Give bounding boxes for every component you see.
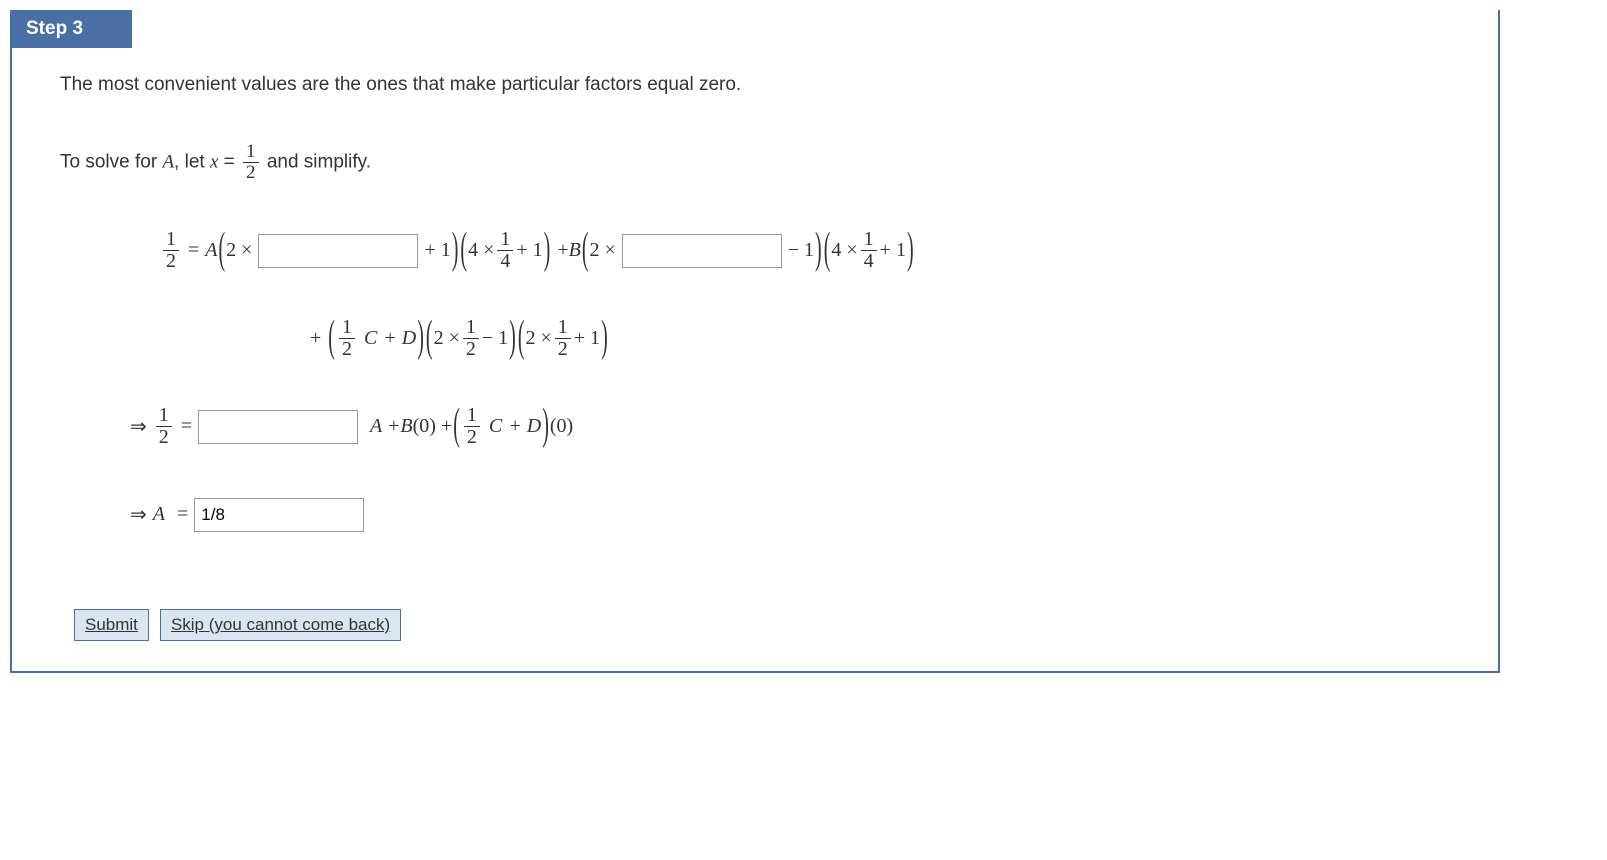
- buttons-row: Submit Skip (you cannot come back): [74, 609, 1450, 641]
- paren-close: ): [907, 226, 914, 277]
- coef-B: B: [400, 415, 412, 438]
- intro-text: The most convenient values are the ones …: [60, 74, 1450, 96]
- plus-D: + D: [508, 415, 541, 438]
- paren-open: (: [518, 314, 525, 365]
- frac-1-4: 14: [497, 229, 513, 272]
- minus-1: − 1: [482, 327, 508, 350]
- frac-half: 12: [339, 317, 355, 360]
- math-line-1: 12 = A ( 2 × + 1 ) ( 4 × 14 + 1 ) + B ( …: [160, 227, 1450, 275]
- arrow-icon: ⇒: [130, 502, 147, 527]
- minus-1: − 1: [788, 239, 814, 262]
- frac-half: 12: [463, 317, 479, 360]
- math-block: 12 = A ( 2 × + 1 ) ( 4 × 14 + 1 ) + B ( …: [160, 227, 1450, 539]
- solve-line: To solve for A, let x = 12 and simplify.: [60, 142, 1450, 183]
- plus-1: + 1: [880, 239, 906, 262]
- two-x: 2 ×: [589, 239, 615, 262]
- solve-suffix: and simplify.: [262, 151, 371, 172]
- submit-button[interactable]: Submit: [74, 609, 149, 641]
- math-line-2: + ( 12 C + D ) ( 2 × 12 − 1 ) ( 2 × 12 +…: [310, 315, 1450, 363]
- two-x: 2 ×: [526, 327, 552, 350]
- plus-1: + 1: [516, 239, 542, 262]
- two-x: 2 ×: [226, 239, 252, 262]
- paren-open: (: [824, 226, 831, 277]
- frac-num: 1: [243, 142, 259, 163]
- math-line-3: ⇒ 12 = A + B (0) + ( 12 C + D ) (0): [130, 403, 1450, 451]
- lhs-frac: 12: [163, 229, 179, 272]
- plus-1: + 1: [574, 327, 600, 350]
- step-container: Step 3 The most convenient values are th…: [10, 10, 1500, 673]
- paren-close: ): [815, 226, 822, 277]
- paren-close: ): [544, 226, 551, 277]
- A-plus: A +: [370, 415, 400, 438]
- frac-half: 12: [156, 405, 172, 448]
- skip-button[interactable]: Skip (you cannot come back): [160, 609, 401, 641]
- plus-1: + 1: [424, 239, 450, 262]
- coef-B: B: [569, 239, 581, 262]
- coef-A: A: [205, 239, 217, 262]
- frac-half: 12: [464, 405, 480, 448]
- paren-open: (: [328, 314, 335, 365]
- blank-input-2[interactable]: [622, 234, 782, 268]
- paren-close: ): [542, 402, 549, 453]
- solve-prefix: To solve for: [60, 151, 162, 172]
- step-title: Step 3: [26, 18, 83, 39]
- paren-close: ): [417, 314, 424, 365]
- plus-D: + D: [383, 327, 416, 350]
- plus: +: [310, 327, 321, 350]
- paren-open: (: [460, 226, 467, 277]
- solve-eq: =: [218, 151, 240, 172]
- paren-close: ): [452, 226, 459, 277]
- paren-close: ): [509, 314, 516, 365]
- coef-A: A: [153, 503, 165, 526]
- frac-1-4: 14: [861, 229, 877, 272]
- solve-frac: 12: [243, 142, 259, 183]
- paren-close: ): [601, 314, 608, 365]
- four-x: 4 ×: [831, 239, 857, 262]
- answer-input-A[interactable]: [194, 498, 364, 532]
- math-line-4: ⇒ A =: [130, 491, 1450, 539]
- coef-C: C: [364, 327, 377, 350]
- paren-open: (: [453, 402, 460, 453]
- step-header: Step 3: [12, 10, 132, 48]
- solve-var: A: [162, 151, 174, 172]
- frac-den: 2: [243, 163, 259, 183]
- eq: =: [177, 503, 188, 526]
- step-body: The most convenient values are the ones …: [12, 48, 1498, 671]
- frac-half: 12: [555, 317, 571, 360]
- eq: =: [181, 415, 192, 438]
- paren-open: (: [426, 314, 433, 365]
- paren-open: (: [582, 226, 589, 277]
- zero-2: (0): [550, 415, 573, 438]
- blank-input-1[interactable]: [258, 234, 418, 268]
- four-x: 4 ×: [468, 239, 494, 262]
- arrow-icon: ⇒: [130, 414, 147, 439]
- eq: =: [188, 239, 199, 262]
- coef-C: C: [489, 415, 502, 438]
- zero-1: (0) +: [413, 415, 453, 438]
- solve-letx: , let: [174, 151, 210, 172]
- plus: +: [557, 239, 568, 262]
- paren-open: (: [219, 226, 226, 277]
- two-x: 2 ×: [434, 327, 460, 350]
- blank-input-3[interactable]: [198, 410, 358, 444]
